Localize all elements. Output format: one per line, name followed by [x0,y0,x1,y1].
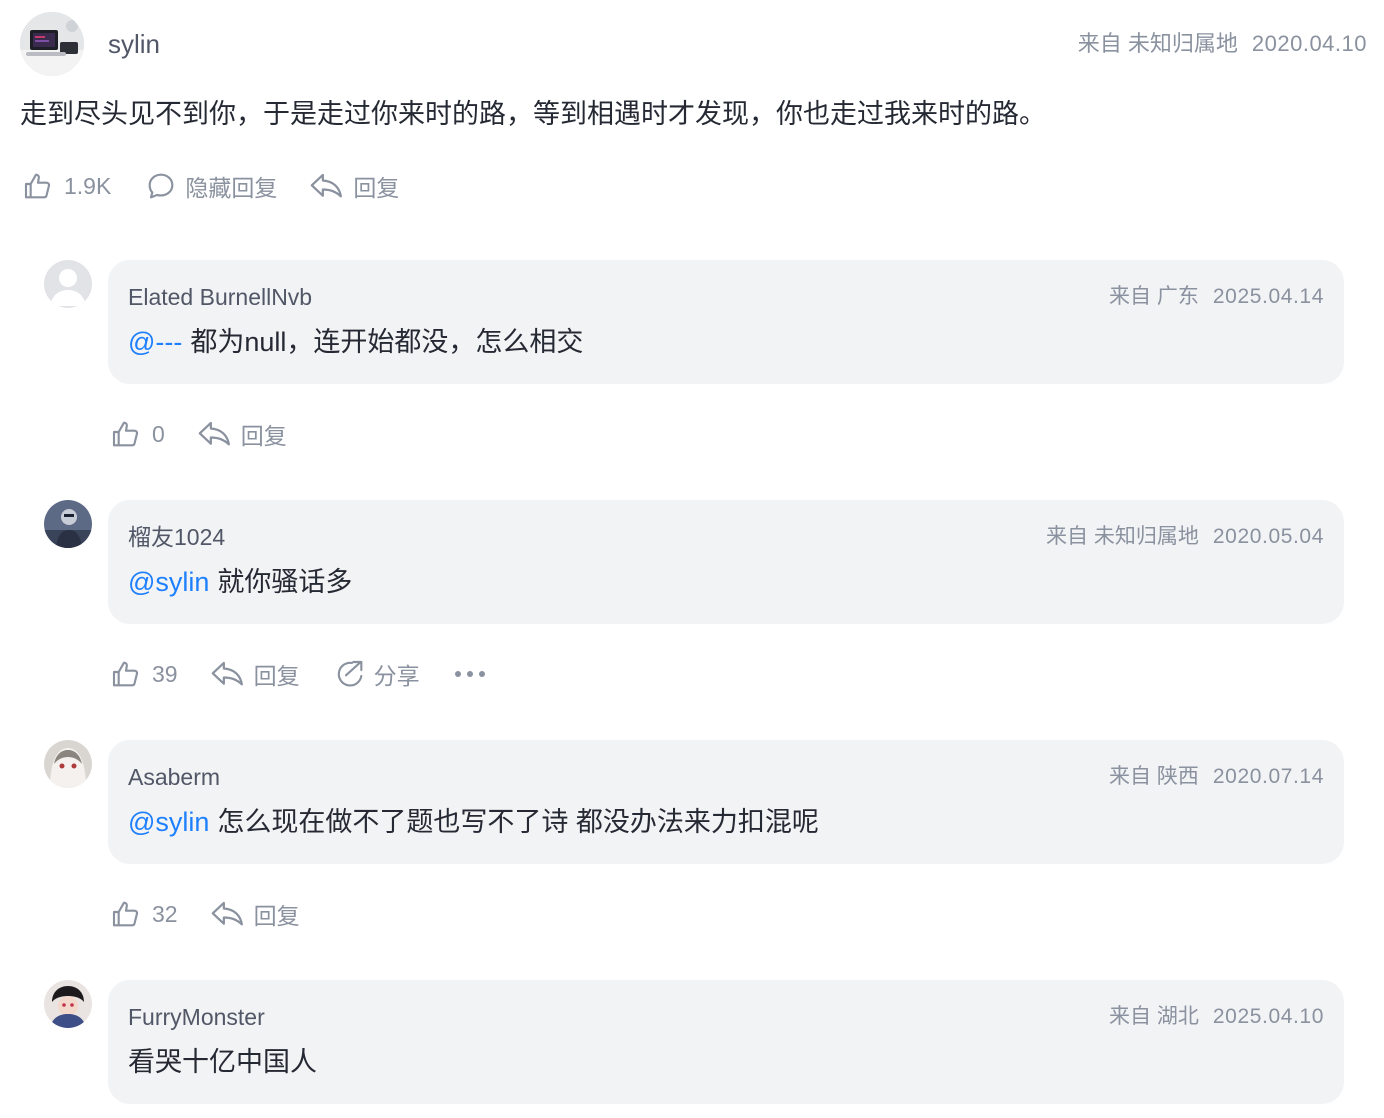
like-count: 0 [152,420,165,447]
reply-label: 回复 [253,663,300,689]
reply-button[interactable]: 回复 [197,417,287,451]
reply-bubble: Asaberm 来自 陕西 2020.07.14 @sylin 怎么现在做不了题也写… [108,740,1344,864]
like-count: 1.9K [64,172,112,199]
reply-location: 来自 广东 [1109,285,1199,308]
share-label: 分享 [373,663,420,689]
reply-author[interactable]: Asaberm [128,762,220,792]
reply-location: 来自 陕西 [1109,765,1199,788]
reply-meta: 来自 陕西 2020.07.14 [1109,762,1324,792]
reply-button[interactable]: 回复 [309,169,399,203]
reply-date: 2025.04.14 [1212,285,1324,308]
hide-replies-label: 隐藏回复 [185,175,278,201]
reply-arrow-icon [211,901,243,926]
reply-arrow-icon [198,421,230,446]
reply-text: @sylin 就你骚话多 [128,564,352,600]
reply-arrow-icon [211,661,243,686]
comment-author[interactable]: sylin [108,28,160,60]
avatar[interactable] [44,980,92,1028]
avatar-image [44,740,92,788]
hide-replies-button[interactable]: 隐藏回复 [145,169,277,203]
mention-link[interactable]: @sylin [128,567,209,597]
avatar[interactable] [44,740,92,788]
reply-button[interactable]: 回复 [210,657,300,691]
thumbs-up-icon [112,421,139,447]
avatar-image [20,12,84,76]
reply-date: 2020.05.04 [1212,525,1324,548]
share-icon [337,660,362,687]
like-button[interactable]: 39 [110,658,178,690]
reply-body: 就你骚话多 [217,567,353,597]
avatar[interactable] [44,500,92,548]
comment-date: 2020.04.10 [1251,31,1367,56]
comment-bubble-icon [148,173,174,199]
reply-meta: 来自 湖北 2025.04.10 [1109,1002,1324,1032]
reply-body: 看哭十亿中国人 [128,1047,317,1077]
like-button[interactable]: 0 [110,418,165,450]
thumbs-up-icon [24,173,51,199]
comment-actions: 1.9K 隐藏回复 回复 [22,169,399,203]
comment-text: 走到尽头见不到你，于是走过你来时的路，等到相遇时才发现，你也走过我来时的路。 [20,99,1046,129]
reply-label: 回复 [353,175,400,201]
like-button[interactable]: 32 [110,898,178,930]
more-button[interactable] [454,668,486,680]
reply-button[interactable]: 回复 [210,897,300,931]
reply-actions: 39 回复 分享 [110,657,486,691]
reply-text: 看哭十亿中国人 [128,1044,317,1080]
reply-author[interactable]: 榴友1024 [128,522,225,552]
like-count: 39 [152,660,178,687]
reply-arrow-icon [310,173,343,198]
avatar-image [44,500,92,548]
comment-meta: 来自 未知归属地 2020.04.10 [1078,30,1367,58]
reply-location: 来自 未知归属地 [1046,525,1199,548]
reply-bubble: 榴友1024 来自 未知归属地 2020.05.04 @sylin 就你骚话多 [108,500,1344,624]
thumbs-up-icon [112,901,139,927]
reply-meta: 来自 广东 2025.04.14 [1109,282,1324,312]
reply-actions: 32 回复 [110,897,300,931]
reply-bubble: FurryMonster 来自 湖北 2025.04.10 看哭十亿中国人 [108,980,1344,1104]
reply-body: 都为null，连开始都没，怎么相交 [190,327,584,357]
avatar-image [44,980,92,1028]
reply-date: 2020.07.14 [1212,765,1324,788]
reply-author[interactable]: Elated BurnellNvb [128,282,312,312]
comment-location: 来自 未知归属地 [1077,31,1238,56]
thumbs-up-icon [112,661,139,687]
avatar[interactable] [44,260,92,308]
reply-bubble: Elated BurnellNvb 来自 广东 2025.04.14 @--- 都为… [108,260,1344,384]
avatar[interactable] [20,12,84,76]
reply-body: 怎么现在做不了题也写不了诗 都没办法来力扣混呢 [217,807,819,837]
mention-link[interactable]: @--- [128,327,182,357]
like-button[interactable]: 1.9K [22,170,111,202]
reply-label: 回复 [240,423,287,449]
reply-author[interactable]: FurryMonster [128,1002,265,1032]
default-avatar-icon [44,260,92,308]
mention-link[interactable]: @sylin [128,807,209,837]
reply-meta: 来自 未知归属地 2020.05.04 [1046,522,1324,552]
main-comment: sylin 来自 未知归属地 2020.04.10 走到尽头见不到你，于是走过你来… [0,0,1384,220]
more-dots-icon [454,671,485,677]
reply-label: 回复 [253,903,300,929]
share-button[interactable]: 分享 [334,657,420,691]
like-count: 32 [152,900,178,927]
reply-actions: 0 回复 [110,417,287,451]
reply-date: 2025.04.10 [1212,1005,1324,1028]
reply-location: 来自 湖北 [1109,1005,1199,1028]
reply-text: @--- 都为null，连开始都没，怎么相交 [128,324,583,360]
reply-text: @sylin 怎么现在做不了题也写不了诗 都没办法来力扣混呢 [128,804,819,840]
